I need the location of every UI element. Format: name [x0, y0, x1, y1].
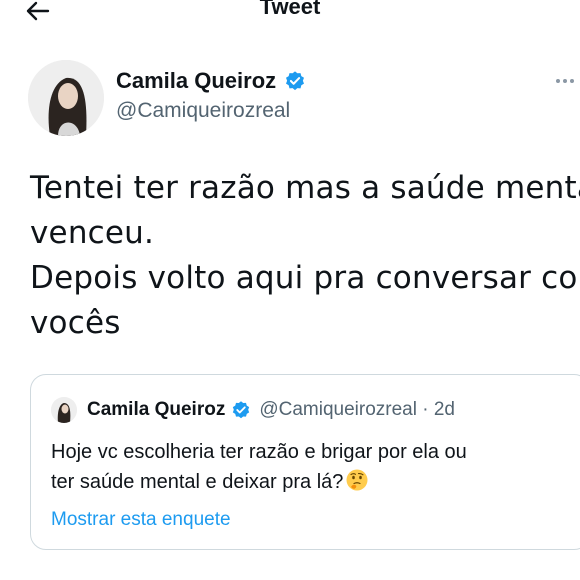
verified-badge-icon [233, 401, 250, 419]
quoted-text-line: ter saúde mental e deixar pra lá? [51, 467, 571, 497]
tweet-text-line: Depois volto aqui pra conversar com [30, 260, 580, 296]
quoted-tweet-header: Camila Queiroz @Camiqueirozreal · 2d [51, 397, 455, 423]
page-title: Tweet [259, 0, 321, 19]
quoted-tweet-card[interactable]: Camila Queiroz @Camiqueirozreal · 2d Hoj… [30, 374, 580, 550]
quoted-author-handle: @Camiqueirozreal · 2d [259, 399, 455, 420]
tweet-text: Tentei ter razão mas a saúde mental venc… [30, 166, 580, 346]
quoted-tweet-text: Hoje vc escolheria ter razão e brigar po… [51, 437, 571, 497]
author-avatar[interactable] [28, 60, 104, 136]
tweet-text-line: Tentei ter razão mas a saúde mental [30, 170, 580, 206]
quoted-text-line: Hoje vc escolheria ter razão e brigar po… [51, 441, 467, 463]
tweet-text-line: venceu. [30, 215, 155, 251]
more-options-icon[interactable] [556, 70, 580, 90]
tweet-text-line: vocês [30, 305, 121, 341]
author-name[interactable]: Camila Queiroz [116, 68, 306, 94]
top-bar: Tweet [0, 0, 580, 30]
author-handle[interactable]: @Camiqueirozreal [116, 99, 290, 123]
quoted-author-name: Camila Queiroz [87, 399, 226, 420]
show-poll-link[interactable]: Mostrar esta enquete [51, 509, 231, 531]
thinking-face-icon [346, 469, 368, 491]
verified-badge-icon [286, 71, 305, 91]
quoted-author-avatar [51, 397, 77, 423]
